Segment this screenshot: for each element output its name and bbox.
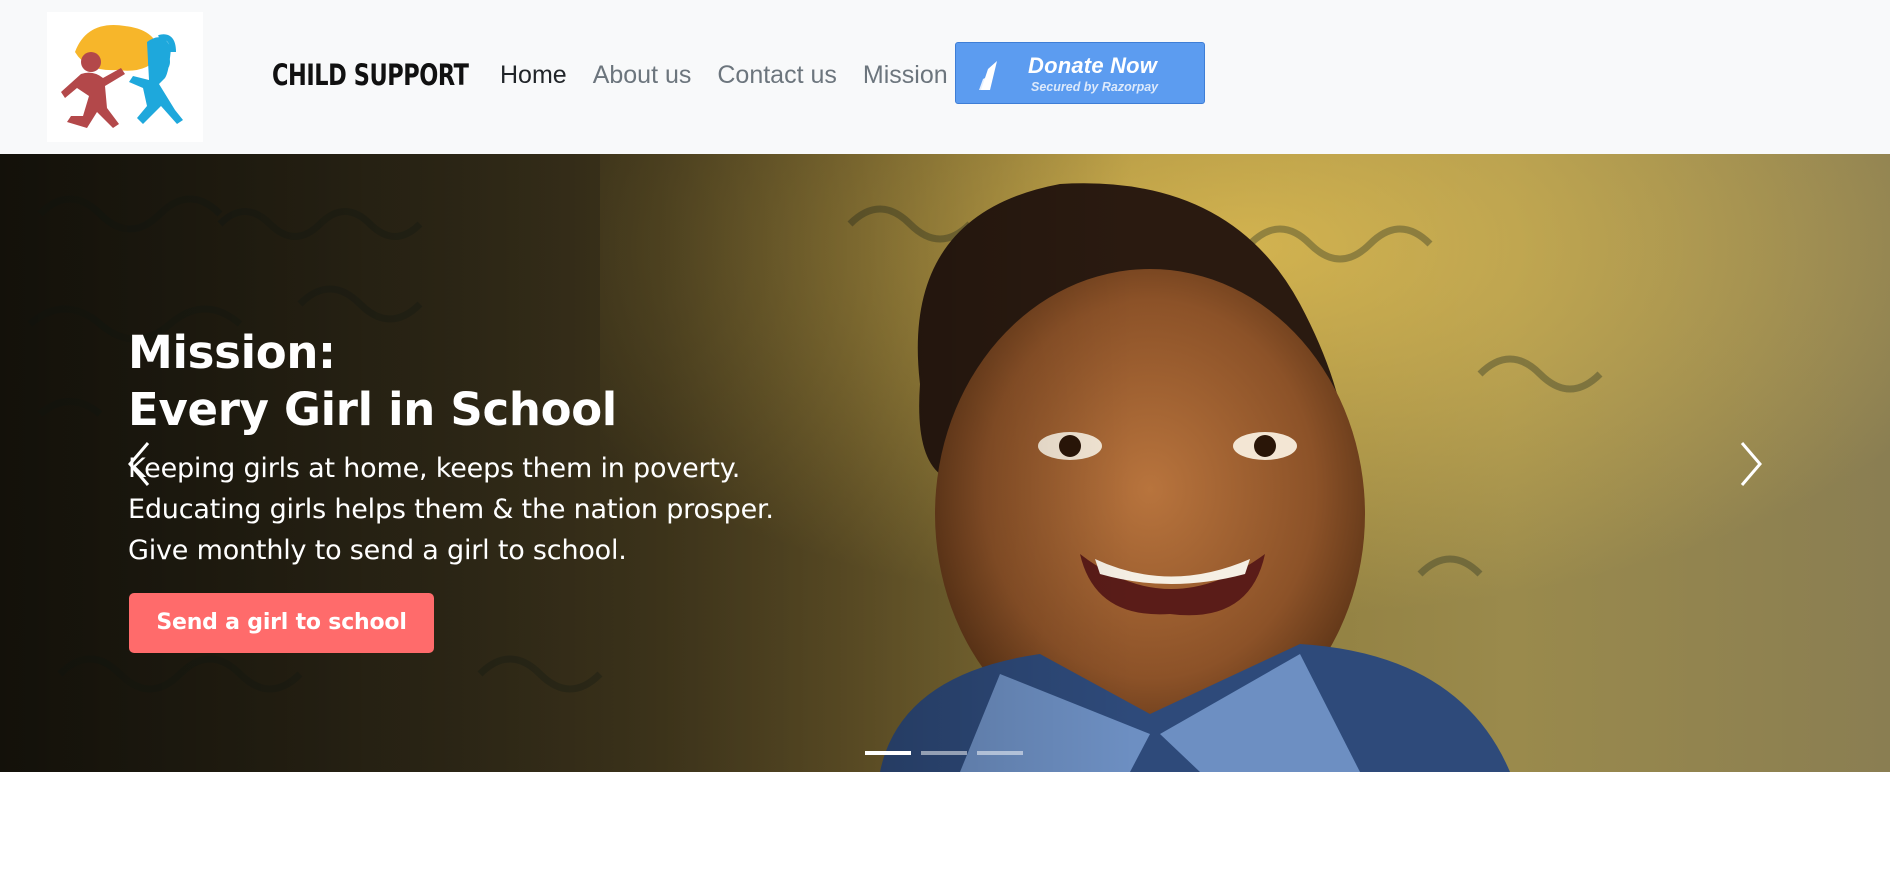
hero-title-line1: Mission: [128, 326, 336, 379]
hero-body-line2: Educating girls helps them & the nation … [128, 494, 774, 525]
hero-body-line3: Give monthly to send a girl to school. [128, 535, 627, 566]
donate-sublabel: Secured by Razorpay [1031, 80, 1159, 94]
carousel-indicators [865, 751, 1023, 755]
navbar: CHILD SUPPORT Home About us Contact us M… [0, 0, 1890, 154]
chevron-left-icon[interactable] [120, 439, 160, 489]
nav-home[interactable]: Home [500, 58, 580, 92]
carousel-indicator-2[interactable] [921, 751, 967, 755]
razorpay-icon [979, 61, 997, 90]
children-running-logo-icon[interactable] [47, 12, 203, 142]
hero-title-line2: Every Girl in School [128, 383, 617, 436]
chevron-right-icon[interactable] [1730, 439, 1770, 489]
donate-now-button[interactable]: Donate Now Secured by Razorpay [955, 42, 1205, 104]
nav-links: Home About us Contact us Mission [500, 58, 961, 92]
hero-caption: Mission: Every Girl in School Keeping gi… [128, 324, 774, 571]
donate-label: Donate Now [1028, 53, 1158, 78]
send-girl-to-school-button[interactable]: Send a girl to school [129, 593, 434, 653]
hero-body: Keeping girls at home, keeps them in pov… [128, 448, 774, 571]
nav-contact-us[interactable]: Contact us [704, 58, 850, 92]
hero-carousel: Mission: Every Girl in School Keeping gi… [0, 154, 1890, 772]
hero-title: Mission: Every Girl in School [128, 324, 774, 438]
brand-name[interactable]: CHILD SUPPORT [272, 58, 469, 92]
carousel-indicator-3[interactable] [977, 751, 1023, 755]
nav-about-us[interactable]: About us [580, 58, 705, 92]
hero-body-line1: Keeping girls at home, keeps them in pov… [128, 453, 741, 484]
carousel-indicator-1[interactable] [865, 751, 911, 755]
nav-mission[interactable]: Mission [850, 58, 961, 92]
